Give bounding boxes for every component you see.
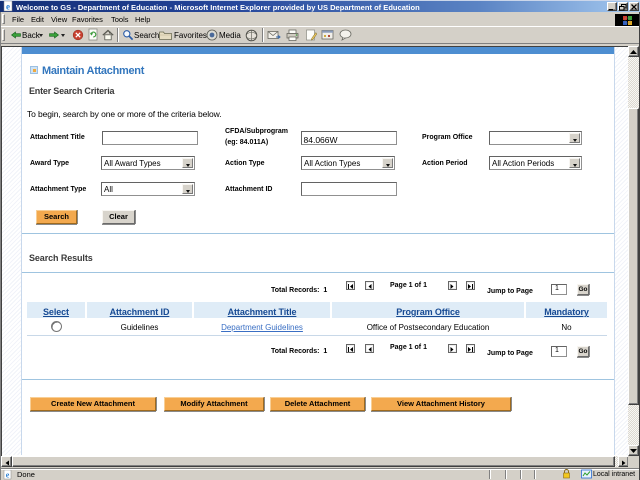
svg-text:e: e [6, 471, 10, 480]
svg-text:e: e [6, 2, 10, 12]
